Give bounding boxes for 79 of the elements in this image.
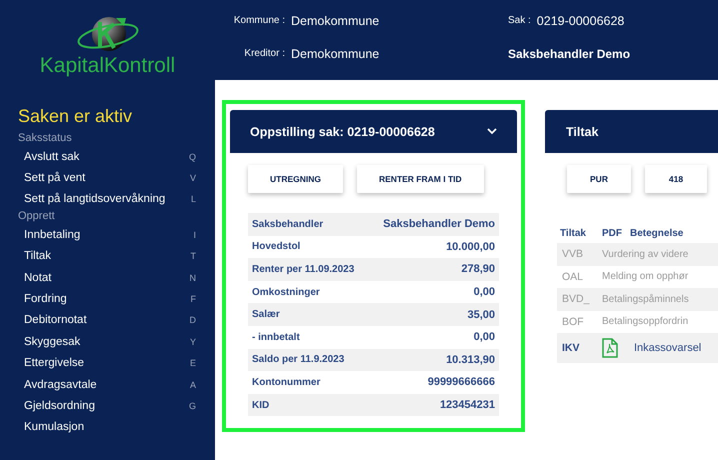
row-value: 99999666666 — [428, 376, 495, 388]
row-value: 278,90 — [461, 263, 495, 276]
row-label: Saksbehandler — [252, 218, 324, 230]
sidebar-item[interactable]: Avslutt sak — [24, 150, 80, 163]
sidebar-item[interactable]: Notat — [24, 272, 52, 284]
sidebar-item[interactable]: Avdragsavtale — [24, 378, 97, 391]
code-cell-text: OAL — [562, 270, 584, 283]
shortcut-key: F — [190, 294, 196, 304]
column-header: PDF — [602, 228, 623, 238]
shortcut-key: T — [190, 251, 196, 262]
panel-header[interactable]: Tiltak — [545, 110, 718, 153]
column-header: Tiltak — [560, 228, 587, 238]
row-value: 0,00 — [474, 286, 495, 298]
column-header: Betegnelse — [630, 228, 684, 238]
shortcut-key: Q — [188, 152, 196, 162]
field-label: Kreditor : — [243, 48, 285, 59]
shortcut-key: Y — [190, 336, 196, 347]
row-label: Saldo per 11.9.2023 — [252, 354, 344, 366]
field-value: 0219-00006628 — [536, 14, 624, 28]
row-label: Kontonummer — [252, 376, 320, 388]
row-label: Omkostninger — [252, 286, 320, 298]
action-button[interactable]: UTREGNING — [248, 165, 343, 193]
globe-logo-icon — [76, 14, 140, 54]
row-value: 10.313,90 — [446, 354, 495, 366]
chevron-icon[interactable] — [487, 128, 497, 135]
row-label: Renter per 11.09.2023 — [252, 264, 354, 275]
row-label: Salær — [252, 309, 280, 320]
field-label: Sak : — [508, 15, 531, 26]
row-label: KID — [252, 400, 270, 411]
logo-text: KapitalKontroll — [40, 54, 176, 78]
sidebar-item[interactable]: Innbetaling — [24, 228, 80, 241]
sidebar-item[interactable]: Fordring — [24, 293, 67, 306]
row-label: Hovedstol — [252, 241, 300, 252]
action-button[interactable]: 418 — [645, 165, 707, 193]
shortcut-key: N — [190, 272, 196, 283]
sidebar-item[interactable]: Sett på vent — [24, 172, 86, 184]
row-value: 0,00 — [474, 331, 495, 344]
sidebar-item[interactable]: Tiltak — [24, 250, 52, 262]
section-title: Saksstatus — [18, 132, 73, 144]
description-cell-text: Melding om opphør — [602, 271, 690, 282]
pdf-file-icon[interactable] — [602, 338, 618, 358]
shortcut-key: L — [190, 194, 196, 204]
code-cell-text: BOF — [562, 316, 585, 328]
sidebar-item[interactable]: Ettergivelse — [24, 357, 84, 370]
shortcut-key: A — [190, 380, 196, 390]
field-value: Demokommune — [291, 14, 380, 28]
case-status-title: Saken er aktiv — [18, 106, 134, 127]
action-button[interactable]: PUR — [567, 165, 631, 193]
description-cell-text: Betalingsoppfordrin — [602, 316, 690, 328]
panel-title: Oppstilling sak: 0219-00006628 — [250, 124, 435, 138]
code-cell-text: IKV — [562, 342, 581, 354]
handler-name: Saksbehandler Demo — [508, 46, 630, 60]
section-title: Opprett — [18, 210, 56, 222]
sidebar-item[interactable]: Gjeldsordning — [24, 400, 95, 412]
sidebar-item[interactable]: Skyggesak — [24, 336, 80, 348]
shortcut-key: E — [190, 358, 196, 368]
description-cell-text: Vurdering av videre — [602, 248, 690, 260]
field-value: Demokommune — [291, 46, 380, 60]
description-cell[interactable]: Inkassovarsel — [634, 342, 718, 354]
row-value: 10.000,00 — [446, 240, 495, 253]
sidebar-item[interactable]: Kumulasjon — [24, 421, 84, 434]
code-cell-text: VVB — [562, 248, 584, 260]
sidebar-item[interactable]: Debitornotat — [24, 314, 87, 326]
shortcut-key: V — [190, 173, 196, 184]
description-cell-text: Betalingspåminnels — [602, 294, 690, 305]
sidebar-item[interactable]: Sett på langtidsovervåkning — [24, 193, 166, 206]
shortcut-key: D — [190, 315, 196, 326]
panel-title: Tiltak — [566, 124, 598, 138]
panel-header[interactable]: Oppstilling sak: 0219-00006628 — [230, 110, 517, 153]
row-value: Saksbehandler Demo — [383, 218, 495, 230]
row-value: 123454231 — [440, 399, 495, 412]
row-value: 35,00 — [467, 308, 495, 321]
shortcut-key: I — [193, 230, 196, 240]
row-label: - innbetalt — [252, 332, 300, 343]
code-cell-text: BVD_ — [562, 293, 591, 306]
field-label: Kommune : — [232, 15, 285, 26]
table-row[interactable]: IKV Inkassovarsel — [557, 333, 718, 363]
shortcut-key: G — [188, 400, 196, 411]
action-button[interactable]: RENTER FRAM I TID — [357, 165, 484, 193]
